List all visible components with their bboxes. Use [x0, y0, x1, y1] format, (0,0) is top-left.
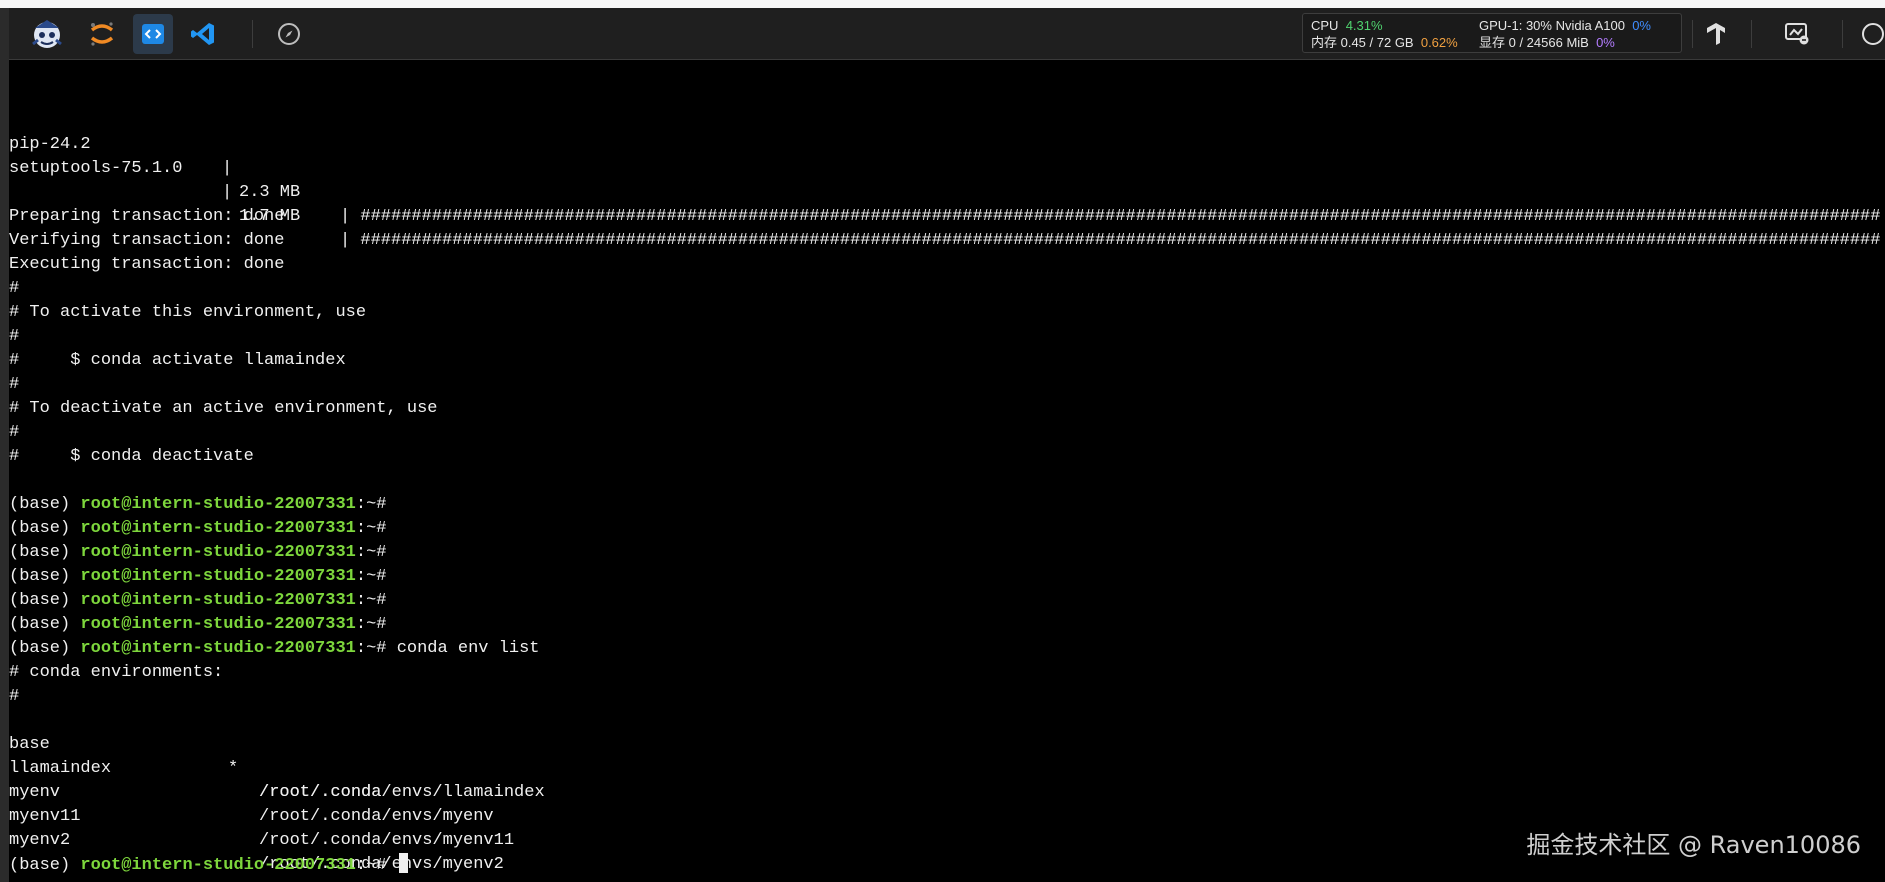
- prompt-env: (base): [9, 639, 81, 658]
- output-line: #: [9, 423, 20, 442]
- prompt-path: :~#: [355, 495, 397, 514]
- prompt-user-host: root@intern-studio-22007331: [80, 543, 356, 562]
- prompt-line: (base) root@intern-studio-22007331:~#: [9, 589, 397, 613]
- prompt-env: (base): [9, 495, 81, 514]
- env-row: myenv2 /root/.conda/envs/myenv2: [9, 805, 709, 874]
- left-edge: [0, 8, 9, 882]
- command-line: (base) root@intern-studio-22007331:~# co…: [9, 637, 540, 661]
- output-line: # $ conda deactivate: [9, 447, 254, 466]
- memory-value: 0.62%: [1420, 35, 1458, 50]
- progress-bar: | ######################################…: [340, 231, 1885, 250]
- vram-label: 显存 0 / 24566 MiB: [1479, 35, 1589, 50]
- prompt-env: (base): [9, 519, 81, 538]
- output-line: #: [9, 327, 20, 346]
- prompt-user-host: root@intern-studio-22007331: [80, 615, 356, 634]
- vram-stat: 显存 0 / 24566 MiB 0%: [1479, 34, 1615, 51]
- env-path: /root/.conda/envs/myenv11: [259, 831, 515, 850]
- output-line: #: [9, 375, 20, 394]
- env-row: llamaindex /root/.conda/envs/llamaindex: [9, 733, 709, 802]
- download-row-setuptools: setuptools-75.1.0 | 1.7 MB | ###########…: [9, 133, 1885, 250]
- env-row: myenv11 /root/.conda/envs/myenv11: [9, 781, 709, 850]
- prompt-path: :~#: [355, 591, 397, 610]
- prompt-env: (base): [9, 856, 81, 875]
- cpu-stat: CPU 4.31%: [1311, 17, 1383, 34]
- toolbar-separator: [1692, 20, 1693, 48]
- prompt-line: (base) root@intern-studio-22007331:~#: [9, 565, 397, 589]
- code-editor-icon[interactable]: [133, 14, 173, 54]
- cpu-value: 4.31%: [1345, 18, 1383, 33]
- memory-label: 内存 0.45 / 72 GB: [1311, 35, 1414, 50]
- output-line: # To deactivate an active environment, u…: [9, 399, 438, 418]
- command-text: conda env list: [396, 639, 540, 658]
- prompt-path: :~#: [355, 615, 397, 634]
- output-line: # $ conda activate llamaindex: [9, 351, 346, 370]
- prompt-line: (base) root@intern-studio-22007331:~#: [9, 517, 397, 541]
- toolbar-separator: [1751, 20, 1752, 48]
- gpu-stat: GPU-1: 30% Nvidia A100 0%: [1479, 17, 1651, 34]
- prompt-env: (base): [9, 615, 81, 634]
- memory-stat: 内存 0.45 / 72 GB 0.62%: [1311, 34, 1458, 51]
- prompt-line: (base) root@intern-studio-22007331:~#: [9, 613, 397, 637]
- toolbar-separator: [1842, 20, 1843, 48]
- prompt-user-host: root@intern-studio-22007331: [80, 495, 356, 514]
- prompt-path: :~#: [355, 567, 397, 586]
- gpu-label: GPU-1: 30% Nvidia A100: [1479, 18, 1625, 33]
- prompt-user-host: root@intern-studio-22007331: [80, 591, 356, 610]
- terminal-output[interactable]: pip-24.2 | 2.3 MB | ####################…: [9, 61, 1885, 882]
- column-separator: |: [222, 183, 233, 202]
- env-list-header: # conda environments:: [9, 663, 224, 682]
- package-name: setuptools-75.1.0: [9, 159, 183, 178]
- terminal-cursor[interactable]: [398, 853, 408, 873]
- output-line: #: [9, 279, 20, 298]
- output-line: # To activate this environment, use: [9, 303, 367, 322]
- prompt-user-host: root@intern-studio-22007331: [80, 856, 356, 875]
- package-size: 2.3 MB: [239, 183, 301, 202]
- vram-value: 0%: [1596, 35, 1615, 50]
- prompt-path: :~#: [355, 639, 397, 658]
- vscode-icon[interactable]: [183, 14, 223, 54]
- toolbar: CPU 4.31% 内存 0.45 / 72 GB 0.62% GPU-1: 3…: [9, 8, 1885, 60]
- prompt-path: :~#: [355, 519, 397, 538]
- compass-icon[interactable]: [269, 14, 309, 54]
- watermark: 掘金技术社区 @ Raven10086: [1526, 831, 1861, 859]
- output-line: Executing transaction: done: [9, 255, 285, 274]
- env-row: myenv /root/.conda/envs/myenv: [9, 757, 709, 826]
- mascot-logo-icon[interactable]: [27, 14, 67, 54]
- download-row-pip: pip-24.2 | 2.3 MB | ####################…: [9, 109, 1885, 226]
- jupyter-icon[interactable]: [82, 14, 122, 54]
- progress-bar: | ######################################…: [340, 207, 1885, 226]
- help-icon[interactable]: [1861, 14, 1885, 54]
- prompt-line: (base) root@intern-studio-22007331:~#: [9, 493, 397, 517]
- tensorflow-icon[interactable]: [1697, 14, 1737, 54]
- prompt-user-host: root@intern-studio-22007331: [80, 567, 356, 586]
- prompt-path: :~#: [355, 543, 397, 562]
- active-prompt-line[interactable]: (base) root@intern-studio-22007331:~#: [9, 853, 408, 877]
- prompt-env: (base): [9, 591, 81, 610]
- prompt-env: (base): [9, 543, 81, 562]
- window-top-strip: [0, 0, 1885, 8]
- prompt-user-host: root@intern-studio-22007331: [80, 519, 356, 538]
- prompt-user-host: root@intern-studio-22007331: [80, 639, 356, 658]
- env-list-hash: #: [9, 687, 20, 706]
- cpu-label: CPU: [1311, 18, 1339, 33]
- toolbar-separator: [252, 20, 253, 48]
- prompt-env: (base): [9, 567, 81, 586]
- output-line: Preparing transaction: done: [9, 207, 285, 226]
- remote-desktop-icon[interactable]: [1777, 14, 1817, 54]
- output-line: Verifying transaction: done: [9, 231, 285, 250]
- env-row: base * /root/.conda: [9, 709, 709, 802]
- prompt-path: :~#: [355, 856, 397, 875]
- resource-monitor: CPU 4.31% 内存 0.45 / 72 GB 0.62% GPU-1: 3…: [1302, 13, 1682, 53]
- prompt-line: (base) root@intern-studio-22007331:~#: [9, 541, 397, 565]
- gpu-value: 0%: [1632, 18, 1651, 33]
- column-separator: |: [222, 159, 233, 178]
- env-name: myenv2: [9, 831, 71, 850]
